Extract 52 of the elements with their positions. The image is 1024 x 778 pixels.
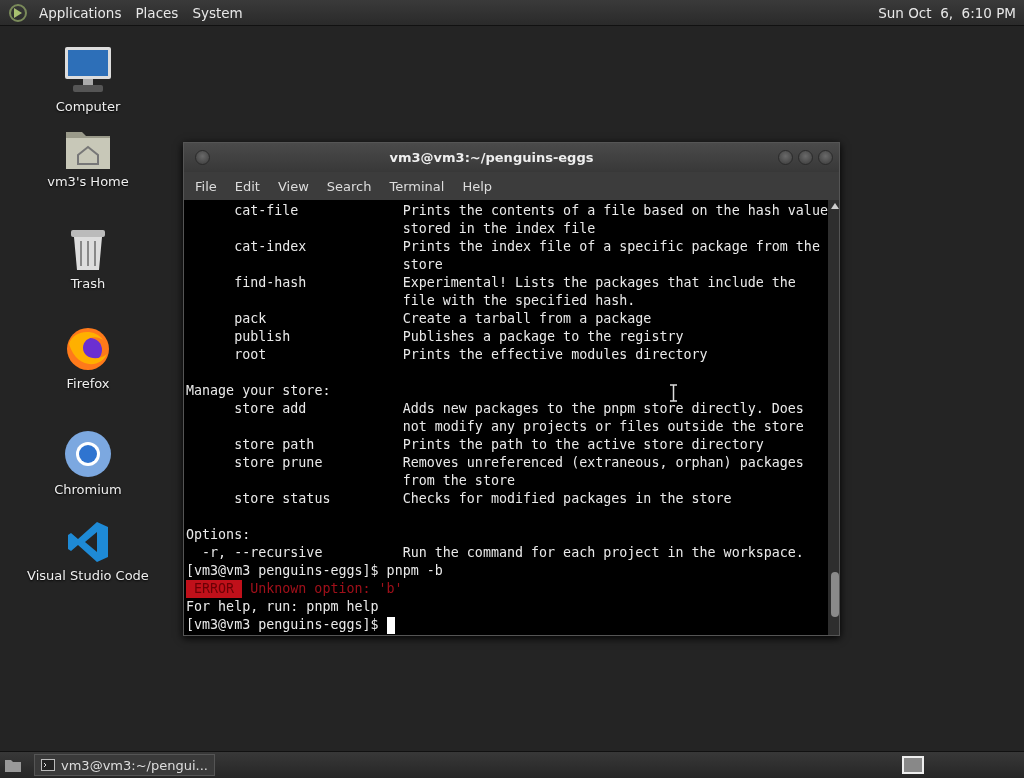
command-description: Publishes a package to the registry	[402, 328, 685, 346]
clock[interactable]: Sun Oct 6, 6:10 PM	[874, 4, 1020, 21]
command-name: cat-index	[234, 239, 307, 254]
command-description: Adds new packages to the pnpm store directly. Does	[402, 400, 805, 418]
window-title: vm3@vm3:~/penguins-eggs	[388, 150, 595, 165]
command-name: -r, --recursive	[202, 545, 323, 560]
desktop-icon-label[interactable]: Chromium	[54, 482, 122, 497]
panel-menu[interactable]: Applications	[32, 4, 129, 21]
command-name: cat-file	[234, 203, 299, 218]
command-description: Experimental! Lists the packages that include the	[402, 274, 797, 292]
command-name: find-hash	[234, 275, 307, 290]
command-description: Prints the contents of a file based on the hash value	[402, 202, 828, 220]
menu-item[interactable]: Help	[453, 178, 502, 194]
menu-item[interactable]: Edit	[225, 178, 269, 194]
menu-item[interactable]: File	[186, 178, 226, 194]
terminal-line: For help, run: pnpm help	[186, 599, 379, 614]
menu-item[interactable]: Search	[317, 178, 381, 194]
terminal-line: [vm3@vm3 penguins-eggs]$ pnpm -b	[186, 563, 443, 578]
terminal-line: Options:	[186, 527, 251, 542]
panel-menu[interactable]: Places	[128, 4, 186, 21]
command-description: store	[402, 256, 444, 274]
command-name: publish	[234, 329, 291, 344]
command-description: from the store	[402, 472, 516, 490]
command-name: store prune	[234, 455, 323, 470]
command-description: Prints the path to the active store directory	[402, 436, 765, 454]
menu-item[interactable]: Terminal	[380, 178, 454, 194]
desktop-icon-label[interactable]: Trash	[70, 276, 106, 291]
command-description: stored in the index file	[402, 220, 597, 238]
command-name: store add	[234, 401, 307, 416]
command-description: Prints the effective modules directory	[402, 346, 709, 364]
command-name: store status	[234, 491, 331, 506]
command-description: file with the specified hash.	[402, 292, 637, 310]
command-name: pack	[234, 311, 267, 326]
command-description: Prints the index file of a specific package from the	[402, 238, 821, 256]
command-name: root	[234, 347, 267, 362]
desktop-icon-label[interactable]: Computer	[55, 99, 121, 114]
command-description: Create a tarball from a package	[402, 310, 653, 328]
terminal-line: Manage your store:	[186, 383, 331, 398]
desktop-icon-label[interactable]: Visual Studio Code	[27, 568, 149, 583]
menu-item[interactable]: View	[268, 178, 318, 194]
command-description: Checks for modified packages in the store	[402, 490, 733, 508]
error-badge: ERROR	[186, 580, 243, 598]
error-message: Unknown option: 'b'	[250, 580, 403, 598]
command-description: Run the command for each project in the workspace.	[402, 544, 805, 562]
command-description: Removes unreferenced (extraneous, orphan) packages	[402, 454, 805, 472]
desktop-icon-label[interactable]: vm3's Home	[47, 174, 129, 189]
command-description: not modify any projects or files outside the store	[402, 418, 805, 436]
panel-menu[interactable]: System	[185, 4, 250, 21]
taskbar-button[interactable]: vm3@vm3:~/pengui...	[34, 754, 215, 776]
shell-prompt: [vm3@vm3 penguins-eggs]$	[186, 616, 379, 634]
desktop-icon-label[interactable]: Firefox	[66, 376, 110, 391]
command-name: store path	[234, 437, 315, 452]
